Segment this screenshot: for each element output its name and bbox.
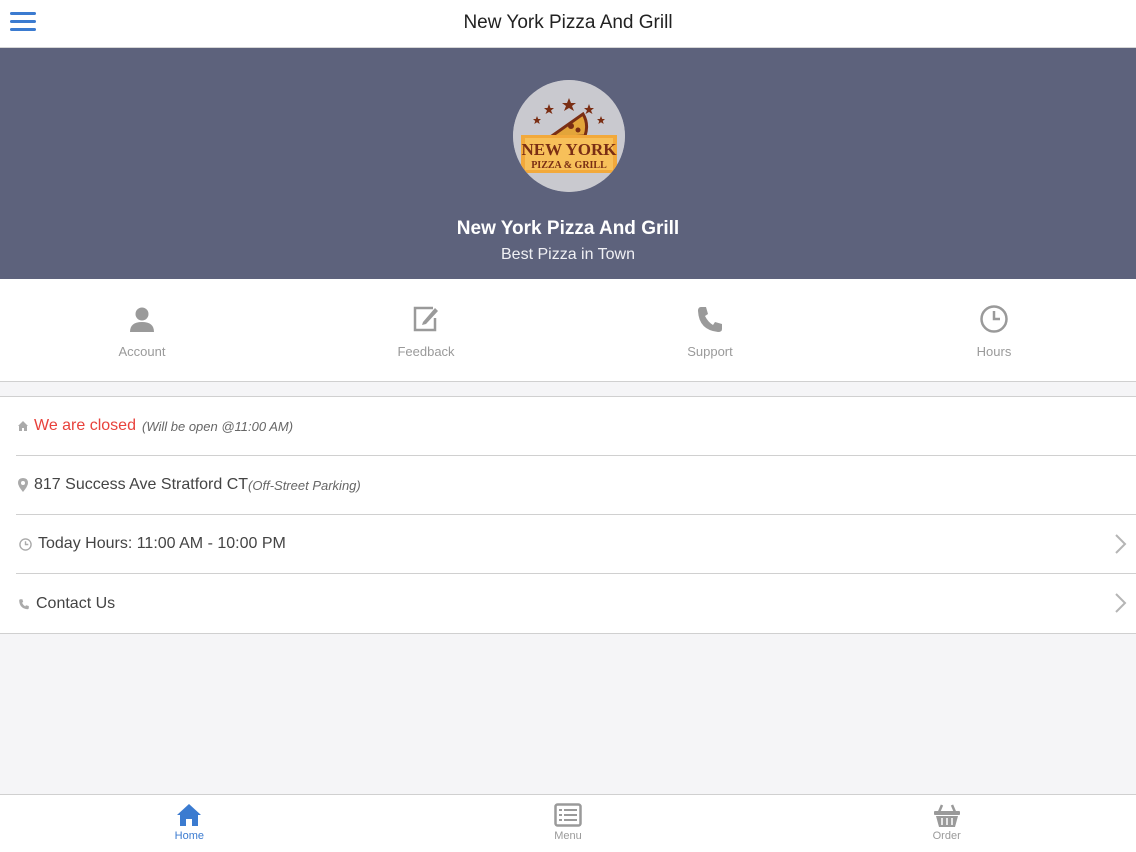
contact-us-text: Contact Us <box>36 594 116 612</box>
basket-icon <box>933 804 960 827</box>
menu-list-icon <box>554 803 582 827</box>
address-text: 817 Success Ave Stratford CT <box>34 476 249 493</box>
logo-line1: NEW YORK <box>522 140 618 159</box>
tab-menu-label: Menu <box>554 830 582 842</box>
parking-note: (Off-Street Parking) <box>248 477 361 493</box>
chevron-right-icon <box>1115 593 1127 613</box>
home-icon <box>16 419 30 433</box>
edit-icon <box>413 306 438 332</box>
quick-nav: Account Feedback Support Hours <box>0 279 1136 382</box>
info-list: We are closed (Will be open @11:00 AM) 8… <box>0 396 1136 634</box>
map-pin-icon <box>16 478 30 492</box>
clock-icon <box>16 537 34 551</box>
restaurant-logo: NEW YORK PIZZA & GRILL <box>513 80 625 192</box>
logo-line2: PIZZA & GRILL <box>531 160 607 171</box>
page-title: New York Pizza And Grill <box>463 12 673 33</box>
top-bar: New York Pizza And Grill <box>0 0 1136 48</box>
hours-button[interactable]: Hours <box>852 279 1136 381</box>
user-icon <box>130 307 154 332</box>
support-button[interactable]: Support <box>568 279 852 381</box>
hours-label: Hours <box>976 344 1012 359</box>
bottom-tab-bar: Home Menu Order <box>0 794 1136 852</box>
closed-status: We are closed <box>34 417 136 434</box>
clock-icon <box>980 305 1008 333</box>
tab-home-label: Home <box>174 830 204 842</box>
tab-menu[interactable]: Menu <box>379 795 758 852</box>
restaurant-header: NEW YORK PIZZA & GRILL New York Pizza An… <box>0 48 1136 279</box>
today-hours-text: Today Hours: 11:00 AM - 10:00 PM <box>38 535 286 552</box>
open-time-note: (Will be open @11:00 AM) <box>141 418 294 434</box>
restaurant-name: New York Pizza And Grill <box>456 218 680 239</box>
account-label: Account <box>118 344 166 359</box>
address-row[interactable]: 817 Success Ave Stratford CT (Off-Street… <box>16 456 1136 515</box>
restaurant-tagline: Best Pizza in Town <box>501 246 635 263</box>
tab-home[interactable]: Home <box>0 795 379 852</box>
feedback-button[interactable]: Feedback <box>284 279 568 381</box>
support-label: Support <box>687 344 733 359</box>
tab-order[interactable]: Order <box>757 795 1136 852</box>
feedback-label: Feedback <box>397 344 455 359</box>
hours-row[interactable]: Today Hours: 11:00 AM - 10:00 PM <box>16 515 1136 574</box>
chevron-right-icon <box>1115 534 1127 554</box>
account-button[interactable]: Account <box>0 279 284 381</box>
home-icon <box>177 804 202 826</box>
tab-order-label: Order <box>932 830 961 842</box>
phone-icon <box>698 307 722 332</box>
contact-row[interactable]: Contact Us <box>16 574 1136 633</box>
phone-icon <box>16 597 32 611</box>
status-row: We are closed (Will be open @11:00 AM) <box>16 397 1136 456</box>
